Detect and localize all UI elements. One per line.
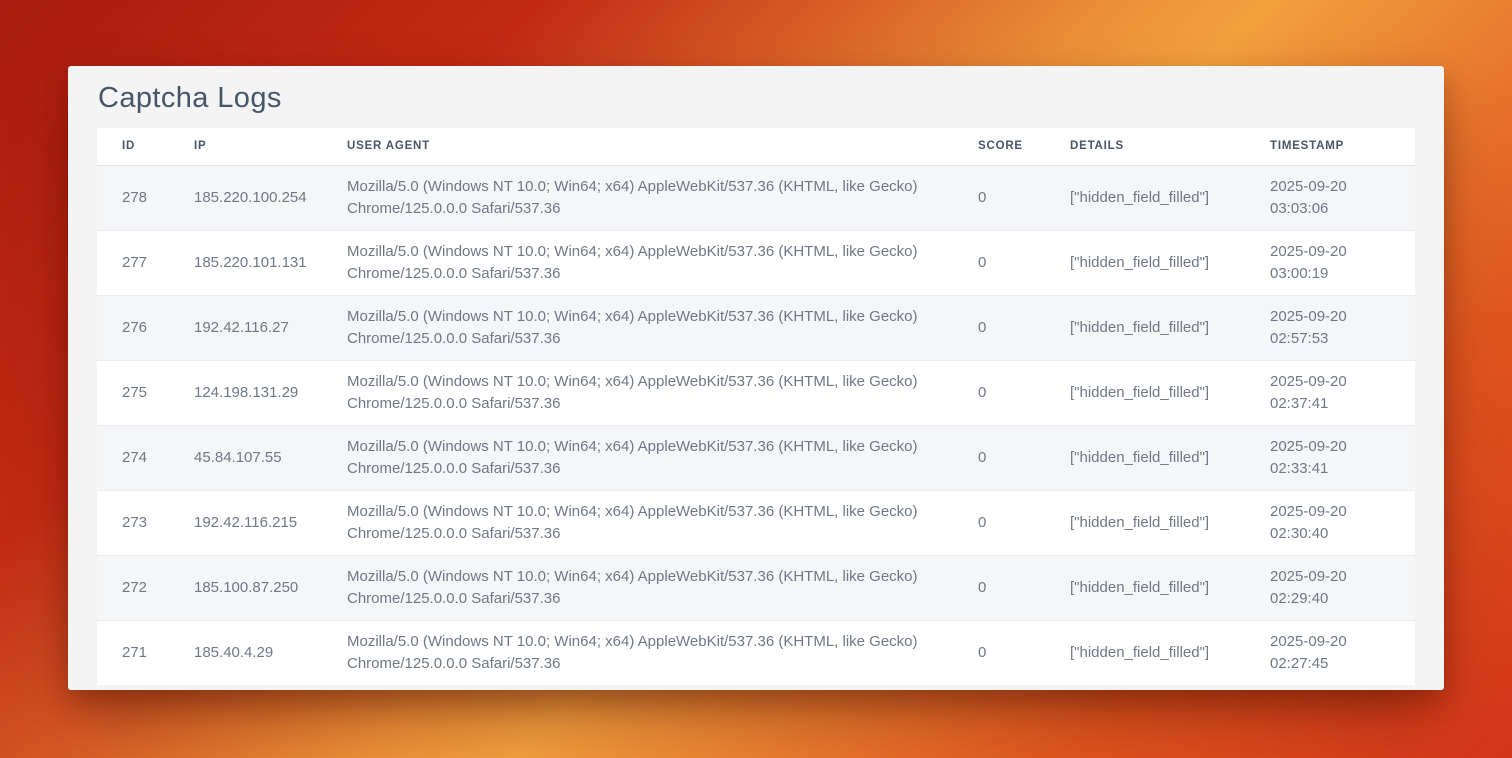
cell-timestamp: 2025-09-20 03:00:19 <box>1245 230 1415 295</box>
captcha-logs-card: Captcha Logs IDIPUSER AGENTSCOREDETAILST… <box>68 66 1444 690</box>
table-row: 272185.100.87.250Mozilla/5.0 (Windows NT… <box>97 555 1415 620</box>
cell-user-agent: Mozilla/5.0 (Windows NT 10.0; Win64; x64… <box>322 555 953 620</box>
table-row: 275124.198.131.29Mozilla/5.0 (Windows NT… <box>97 360 1415 425</box>
table-row: 271185.40.4.29Mozilla/5.0 (Windows NT 10… <box>97 620 1415 685</box>
cell-ip: 185.220.101.131 <box>169 230 322 295</box>
cell-user-agent: Mozilla/5.0 (Windows NT 10.0; Win64; x64… <box>322 230 953 295</box>
page-background: Captcha Logs IDIPUSER AGENTSCOREDETAILST… <box>0 0 1512 758</box>
cell-score: 0 <box>953 295 1045 360</box>
cell-ip: 192.42.116.215 <box>169 490 322 555</box>
cell-timestamp: 2025-09-20 02:29:40 <box>1245 555 1415 620</box>
cell-id: 276 <box>97 295 169 360</box>
cell-score: 0 <box>953 360 1045 425</box>
table-row: 276192.42.116.27Mozilla/5.0 (Windows NT … <box>97 295 1415 360</box>
table-row: 278185.220.100.254Mozilla/5.0 (Windows N… <box>97 165 1415 230</box>
column-header-timestamp: TIMESTAMP <box>1245 128 1415 165</box>
cell-details: ["hidden_field_filled"] <box>1045 490 1245 555</box>
table-row: 277185.220.101.131Mozilla/5.0 (Windows N… <box>97 230 1415 295</box>
cell-timestamp: 2025-09-20 02:37:41 <box>1245 360 1415 425</box>
cell-ip: 192.42.116.27 <box>169 295 322 360</box>
cell-user-agent: Mozilla/5.0 (Windows NT 10.0; Win64; x64… <box>322 620 953 685</box>
cell-user-agent: Mozilla/5.0 (Windows NT 10.0; Win64; x64… <box>322 360 953 425</box>
cell-ip: 124.198.131.29 <box>169 360 322 425</box>
cell-details: ["hidden_field_filled"] <box>1045 295 1245 360</box>
cell-details: ["hidden_field_filled"] <box>1045 360 1245 425</box>
cell-id: 272 <box>97 555 169 620</box>
cell-id: 273 <box>97 490 169 555</box>
cell-ip: 185.100.87.250 <box>169 555 322 620</box>
cell-user-agent: Mozilla/5.0 (Windows NT 10.0; Win64; x64… <box>322 425 953 490</box>
captcha-logs-table-container: IDIPUSER AGENTSCOREDETAILSTIMESTAMP 2781… <box>97 128 1415 685</box>
cell-timestamp: 2025-09-20 02:33:41 <box>1245 425 1415 490</box>
cell-id: 275 <box>97 360 169 425</box>
cell-details: ["hidden_field_filled"] <box>1045 555 1245 620</box>
cell-user-agent: Mozilla/5.0 (Windows NT 10.0; Win64; x64… <box>322 295 953 360</box>
table-row: 27445.84.107.55Mozilla/5.0 (Windows NT 1… <box>97 425 1415 490</box>
cell-id: 271 <box>97 620 169 685</box>
cell-timestamp: 2025-09-20 02:57:53 <box>1245 295 1415 360</box>
cell-score: 0 <box>953 165 1045 230</box>
cell-timestamp: 2025-09-20 03:03:06 <box>1245 165 1415 230</box>
cell-timestamp: 2025-09-20 02:30:40 <box>1245 490 1415 555</box>
cell-id: 278 <box>97 165 169 230</box>
cell-details: ["hidden_field_filled"] <box>1045 165 1245 230</box>
cell-ip: 45.84.107.55 <box>169 425 322 490</box>
cell-user-agent: Mozilla/5.0 (Windows NT 10.0; Win64; x64… <box>322 490 953 555</box>
cell-score: 0 <box>953 425 1045 490</box>
cell-details: ["hidden_field_filled"] <box>1045 230 1245 295</box>
column-header-user-agent: USER AGENT <box>322 128 953 165</box>
cell-score: 0 <box>953 555 1045 620</box>
cell-timestamp: 2025-09-20 02:27:45 <box>1245 620 1415 685</box>
cell-id: 277 <box>97 230 169 295</box>
table-row: 273192.42.116.215Mozilla/5.0 (Windows NT… <box>97 490 1415 555</box>
captcha-logs-table: IDIPUSER AGENTSCOREDETAILSTIMESTAMP 2781… <box>97 128 1415 685</box>
table-header-row: IDIPUSER AGENTSCOREDETAILSTIMESTAMP <box>97 128 1415 165</box>
cell-ip: 185.40.4.29 <box>169 620 322 685</box>
cell-user-agent: Mozilla/5.0 (Windows NT 10.0; Win64; x64… <box>322 165 953 230</box>
cell-details: ["hidden_field_filled"] <box>1045 620 1245 685</box>
cell-score: 0 <box>953 620 1045 685</box>
cell-details: ["hidden_field_filled"] <box>1045 425 1245 490</box>
column-header-details: DETAILS <box>1045 128 1245 165</box>
column-header-id: ID <box>97 128 169 165</box>
column-header-score: SCORE <box>953 128 1045 165</box>
cell-ip: 185.220.100.254 <box>169 165 322 230</box>
page-title: Captcha Logs <box>97 66 1415 128</box>
cell-id: 274 <box>97 425 169 490</box>
column-header-ip: IP <box>169 128 322 165</box>
cell-score: 0 <box>953 230 1045 295</box>
cell-score: 0 <box>953 490 1045 555</box>
